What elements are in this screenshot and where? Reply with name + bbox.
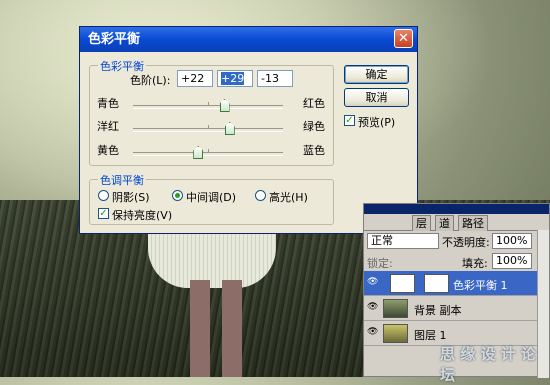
tab-paths[interactable]: 路径 [458,215,488,231]
preserve-luminosity-label[interactable]: 保持亮度(V) [112,207,172,223]
level-input-yellow-blue[interactable]: -13 [257,70,293,87]
ok-button[interactable]: 确定 [344,65,409,84]
watermark-logo: 思 缘 设 计 论 坛 [440,285,550,384]
levels-label: 色阶(L): [130,74,171,87]
fill-input[interactable]: 100% [492,253,532,269]
layer-thumbnail [383,324,408,343]
eye-icon[interactable]: 👁 [367,328,378,337]
slider-right-label: 红色 [303,97,325,110]
blend-mode-select[interactable]: 正常 [367,233,439,249]
radio-shadows[interactable] [98,190,109,201]
eye-icon[interactable]: 👁 [367,278,378,287]
photo-dress [148,228,276,288]
layers-panel-header[interactable] [364,204,549,214]
radio-midtones-label[interactable]: 中间调(D) [186,189,236,205]
close-button[interactable]: ✕ [394,29,413,48]
layer-thumbnail [383,299,408,318]
preview-label[interactable]: 预览(P) [358,114,395,130]
tab-layers[interactable]: 层 [412,215,431,231]
level-input-cyan-red[interactable]: +22 [177,70,213,87]
slider-thumb-yellow-blue[interactable] [193,146,204,159]
tab-channels[interactable]: 道 [435,215,454,231]
radio-midtones[interactable] [172,190,183,201]
adjustment-layer-icon [390,274,415,293]
slider-right-label: 蓝色 [303,144,325,157]
tone-balance-group: 色调平衡 阴影(S) 中间调(D) 高光(H) ✓ 保持亮度(V) [89,172,334,225]
slider-thumb-magenta-green[interactable] [224,122,235,135]
slider-left-label: 洋红 [97,120,119,133]
slider-left-label: 青色 [97,97,119,110]
radio-shadows-label[interactable]: 阴影(S) [112,189,150,205]
slider-center-tick [208,149,209,153]
preserve-luminosity-checkbox[interactable]: ✓ [98,208,109,219]
photo-leg [190,280,210,377]
opacity-input[interactable]: 100% [492,233,532,249]
photo-leg [222,280,242,377]
lock-label: 锁定: [367,257,393,270]
preview-checkbox[interactable]: ✓ [344,115,355,126]
slider-right-label: 绿色 [303,120,325,133]
level-input-magenta-green[interactable]: +29 [217,70,253,87]
tone-balance-group-label: 色调平衡 [98,172,146,188]
cancel-button[interactable]: 取消 [344,88,409,107]
dialog-title: 色彩平衡 [88,32,141,47]
watermark-text: 思 缘 设 计 论 坛 [440,345,536,384]
layers-tabs: 层 道 路径 [364,214,549,231]
radio-highlights[interactable] [255,190,266,201]
dialog-titlebar[interactable]: 色彩平衡 ✕ [80,27,417,52]
slider-thumb-cyan-red[interactable] [219,99,230,112]
opacity-label: 不透明度: [442,236,490,249]
color-balance-group: 色彩平衡 色阶(L): +22 +29 -13 青色 红色 洋红 绿色 黄色 蓝… [89,58,334,166]
slider-left-label: 黄色 [97,144,119,157]
fill-label: 填充: [462,257,488,270]
slider-center-tick [208,102,209,106]
slider-center-tick [208,125,209,129]
radio-highlights-label[interactable]: 高光(H) [269,189,308,205]
eye-icon[interactable]: 👁 [367,303,378,312]
